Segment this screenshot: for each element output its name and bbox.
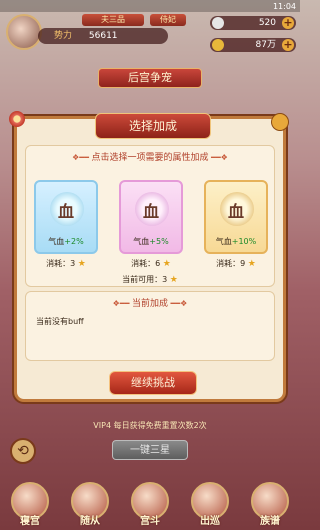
bonus-card-medium[interactable]: 血 气血+5% [119, 180, 183, 254]
gold-resource: 87万 + [210, 38, 296, 52]
rank-tag: 夫三品 [82, 14, 144, 26]
current-bonus-text: 当前没有buff [36, 317, 84, 326]
page-title: 后宫争宠 [98, 68, 202, 88]
silver-icon [212, 17, 224, 29]
select-bonus-modal: 选择加成 ❖━━ 点击选择一项需要的属性加成 ━━❖ 血 气血+2% 血 气血+… [9, 111, 289, 402]
bonus-card-large[interactable]: 血 气血+10% [204, 180, 268, 254]
star-icon: ★ [169, 275, 178, 285]
card-effect: 气血+5% [133, 237, 169, 246]
card-glyph: 血 [57, 202, 74, 221]
power-label: 势力 [54, 31, 73, 41]
nav-tour[interactable]: 出巡 [183, 478, 237, 530]
nav-retinue[interactable]: 随从 [63, 478, 117, 530]
silver-resource: 520 + [210, 16, 296, 30]
star-icon: ★ [162, 259, 171, 269]
top-hud: 夫三品 侍妃 势力 56611 520 + 87万 + [0, 12, 300, 56]
close-icon[interactable] [271, 113, 289, 131]
card-effect: 气血+10% [215, 237, 257, 246]
current-bonus-panel: ❖━━ 当前加成 ━━❖ 当前没有buff [25, 291, 275, 361]
power-bar: 势力 56611 [38, 28, 168, 44]
star-icon: ★ [247, 259, 256, 269]
bottom-nav: 寝宫 随从 宫斗 出巡 族谱 [0, 478, 300, 530]
nav-palace-fight[interactable]: 宫斗 [123, 478, 177, 530]
add-silver-button[interactable]: + [282, 17, 294, 29]
power-value: 56611 [88, 31, 118, 41]
player-avatar[interactable] [6, 14, 42, 50]
card-effect: 气血+2% [48, 237, 84, 246]
card-cost: 消耗：6 ★ [131, 259, 171, 269]
nav-palace[interactable]: 寝宫 [3, 478, 57, 530]
title-tag: 侍妃 [150, 14, 186, 26]
card-glyph: 血 [227, 202, 244, 221]
bonus-select-panel: ❖━━ 点击选择一项需要的属性加成 ━━❖ 血 气血+2% 血 气血+5% 血 … [25, 145, 275, 287]
flower-ornament-icon [9, 111, 25, 127]
star-icon: ★ [77, 259, 86, 269]
select-prompt: ❖━━ 点击选择一项需要的属性加成 ━━❖ [72, 153, 228, 163]
status-bar: 11:04 [0, 0, 300, 12]
gold-value: 87万 [255, 40, 276, 50]
nav-family[interactable]: 族谱 [243, 478, 297, 530]
gold-icon [212, 39, 224, 51]
continue-challenge-button[interactable]: 继续挑战 [109, 371, 197, 395]
bonus-card-small[interactable]: 血 气血+2% [34, 180, 98, 254]
back-button[interactable]: ⟲ [10, 438, 36, 464]
silver-value: 520 [258, 18, 276, 28]
card-costs: 消耗：3 ★ 消耗：6 ★ 消耗：9 ★ [34, 258, 268, 269]
card-cost: 消耗：9 ★ [216, 259, 256, 269]
add-gold-button[interactable]: + [282, 39, 294, 51]
bonus-cards: 血 气血+2% 血 气血+5% 血 气血+10% [34, 180, 268, 254]
status-time: 11:04 [272, 1, 296, 11]
vip-note: VIP4 每日获得免费重置次数2次 [93, 421, 207, 430]
modal-title: 选择加成 [95, 113, 211, 139]
sweep-button[interactable]: 一键三星 [112, 440, 188, 460]
card-cost: 消耗：3 ★ [46, 259, 86, 269]
current-bonus-title: ❖━━ 当前加成 ━━❖ [112, 299, 188, 309]
card-glyph: 血 [142, 202, 159, 221]
available-stars: 当前可用：3 ★ [122, 275, 178, 285]
